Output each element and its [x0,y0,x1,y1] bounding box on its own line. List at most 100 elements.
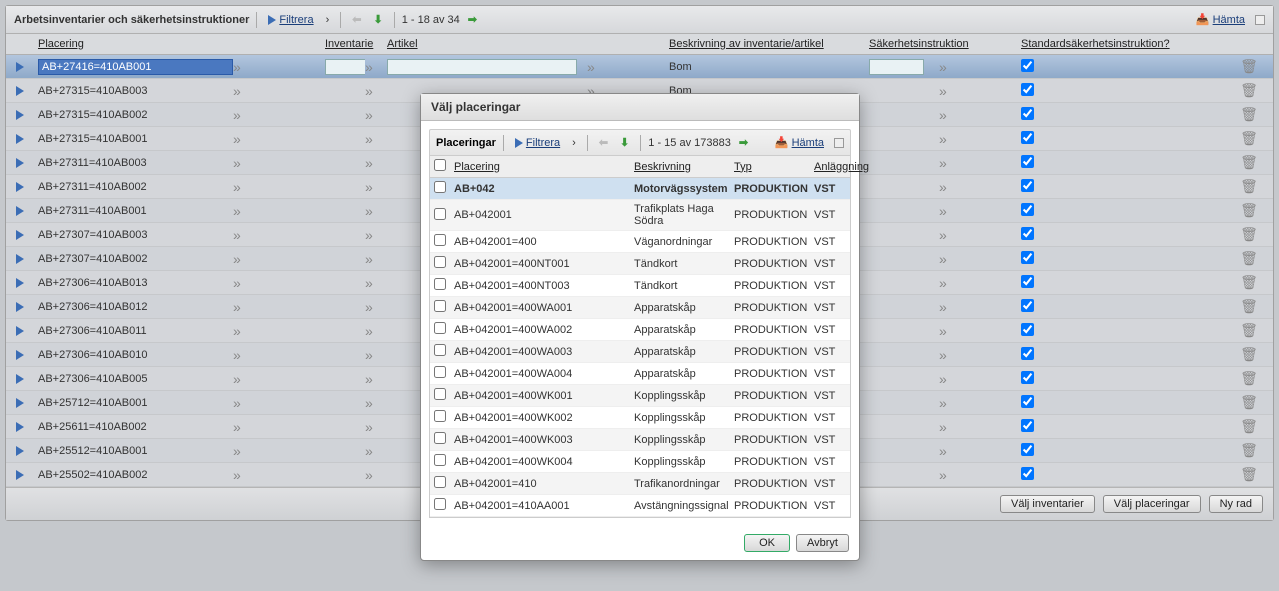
dlg-row-checkbox[interactable] [434,454,446,466]
col-safety[interactable]: Säkerhetsinstruktion [869,38,939,50]
lookup-icon[interactable]: » [365,323,387,339]
dlg-row-checkbox[interactable] [434,366,446,378]
expand-icon[interactable] [16,86,24,96]
dlg-settings-icon[interactable] [834,138,844,148]
lookup-icon[interactable]: » [939,443,961,459]
settings-icon[interactable] [1255,15,1265,25]
refresh-icon[interactable]: ⬇ [369,11,386,28]
dlg-nav-icon[interactable]: › [568,135,580,151]
dlg-select-all-checkbox[interactable] [434,159,446,171]
dlg-row-checkbox[interactable] [434,410,446,422]
inventarie-input[interactable] [325,59,365,75]
lookup-icon[interactable]: » [939,395,961,411]
lookup-icon[interactable]: » [365,107,387,123]
std-safety-checkbox[interactable] [1021,155,1034,168]
std-safety-checkbox[interactable] [1021,299,1034,312]
expand-icon[interactable] [16,182,24,192]
lookup-icon[interactable]: » [939,371,961,387]
std-safety-checkbox[interactable] [1021,83,1034,96]
delete-icon[interactable]: 🗑 [1236,298,1262,315]
std-safety-checkbox[interactable] [1021,467,1034,480]
lookup-icon[interactable]: » [233,299,255,315]
col-placering[interactable]: Placering [38,38,233,50]
lookup-icon[interactable]: » [233,467,255,483]
dlg-row-checkbox[interactable] [434,432,446,444]
dlg-row-checkbox[interactable] [434,476,446,488]
lookup-icon[interactable]: » [233,179,255,195]
lookup-icon[interactable]: » [939,155,961,171]
safety-input[interactable] [869,59,924,75]
cancel-button[interactable]: Avbryt [796,534,849,552]
lookup-icon[interactable]: » [939,323,961,339]
std-safety-checkbox[interactable] [1021,107,1034,120]
delete-icon[interactable]: 🗑 [1236,178,1262,195]
lookup-icon[interactable]: » [233,107,255,123]
expand-icon[interactable] [16,254,24,264]
expand-icon[interactable] [16,158,24,168]
std-safety-checkbox[interactable] [1021,203,1034,216]
lookup-icon[interactable]: » [365,467,387,483]
expand-icon[interactable] [16,134,24,144]
artikel-input[interactable] [387,59,577,75]
delete-icon[interactable]: 🗑 [1236,154,1262,171]
lookup-icon[interactable]: » [233,251,255,267]
lookup-icon[interactable]: » [939,251,961,267]
lookup-icon[interactable]: » [365,131,387,147]
lookup-icon[interactable]: » [233,443,255,459]
std-safety-checkbox[interactable] [1021,131,1034,144]
lookup-icon[interactable]: » [233,347,255,363]
std-safety-checkbox[interactable] [1021,347,1034,360]
lookup-icon[interactable]: » [939,83,961,99]
lookup-icon[interactable]: » [233,419,255,435]
dlg-col-typ[interactable]: Typ [734,161,814,173]
lookup-icon[interactable]: » [233,275,255,291]
dlg-row-checkbox[interactable] [434,256,446,268]
col-inventarie[interactable]: Inventarie [325,38,365,50]
dlg-table-row[interactable]: AB+042001=410AA001AvstängningssignalPROD… [430,495,850,517]
dlg-table-row[interactable]: AB+042MotorvägssystemPRODUKTIONVST [430,178,850,200]
col-std-safety[interactable]: Standardsäkerhetsinstruktion? [1021,38,1156,50]
lookup-icon[interactable]: » [233,395,255,411]
lookup-icon[interactable]: » [365,179,387,195]
lookup-icon[interactable]: » [365,395,387,411]
expand-icon[interactable] [16,278,24,288]
lookup-icon[interactable]: » [939,299,961,315]
table-row[interactable]: »»»Bom»🗑 [6,55,1273,79]
lookup-icon[interactable]: » [233,227,255,243]
lookup-icon[interactable]: » [939,107,961,123]
lookup-icon[interactable]: » [939,275,961,291]
dlg-table-row[interactable]: AB+042001=400WA002ApparatskåpPRODUKTIONV… [430,319,850,341]
expand-icon[interactable] [16,110,24,120]
expand-icon[interactable] [16,62,24,72]
lookup-icon[interactable]: » [365,371,387,387]
dlg-row-checkbox[interactable] [434,322,446,334]
lookup-icon[interactable]: » [365,299,387,315]
expand-icon[interactable] [16,206,24,216]
dlg-row-checkbox[interactable] [434,300,446,312]
expand-icon[interactable] [16,422,24,432]
expand-icon[interactable] [16,398,24,408]
dlg-table-row[interactable]: AB+042001=400WK003KopplingsskåpPRODUKTIO… [430,429,850,451]
delete-icon[interactable]: 🗑 [1236,130,1262,147]
lookup-icon[interactable]: » [939,131,961,147]
ny-rad-button[interactable]: Ny rad [1209,495,1263,513]
lookup-icon[interactable]: » [233,83,255,99]
delete-icon[interactable]: 🗑 [1236,370,1262,387]
dlg-row-checkbox[interactable] [434,388,446,400]
std-safety-checkbox[interactable] [1021,227,1034,240]
dlg-download-button[interactable]: 📥 Hämta [771,134,828,151]
lookup-icon[interactable]: » [939,467,961,483]
delete-icon[interactable]: 🗑 [1236,250,1262,267]
lookup-icon[interactable]: » [587,59,609,75]
dialog-filter-button[interactable]: Filtrera [511,135,564,151]
delete-icon[interactable]: 🗑 [1236,58,1262,75]
ok-button[interactable]: OK [744,534,790,552]
delete-icon[interactable]: 🗑 [1236,226,1262,243]
lookup-icon[interactable]: » [365,203,387,219]
dlg-table-row[interactable]: AB+042001=400WK004KopplingsskåpPRODUKTIO… [430,451,850,473]
delete-icon[interactable]: 🗑 [1236,346,1262,363]
dlg-col-anlaggning[interactable]: Anläggning [814,161,856,173]
std-safety-checkbox[interactable] [1021,251,1034,264]
delete-icon[interactable]: 🗑 [1236,466,1262,483]
placering-input[interactable] [38,59,233,75]
